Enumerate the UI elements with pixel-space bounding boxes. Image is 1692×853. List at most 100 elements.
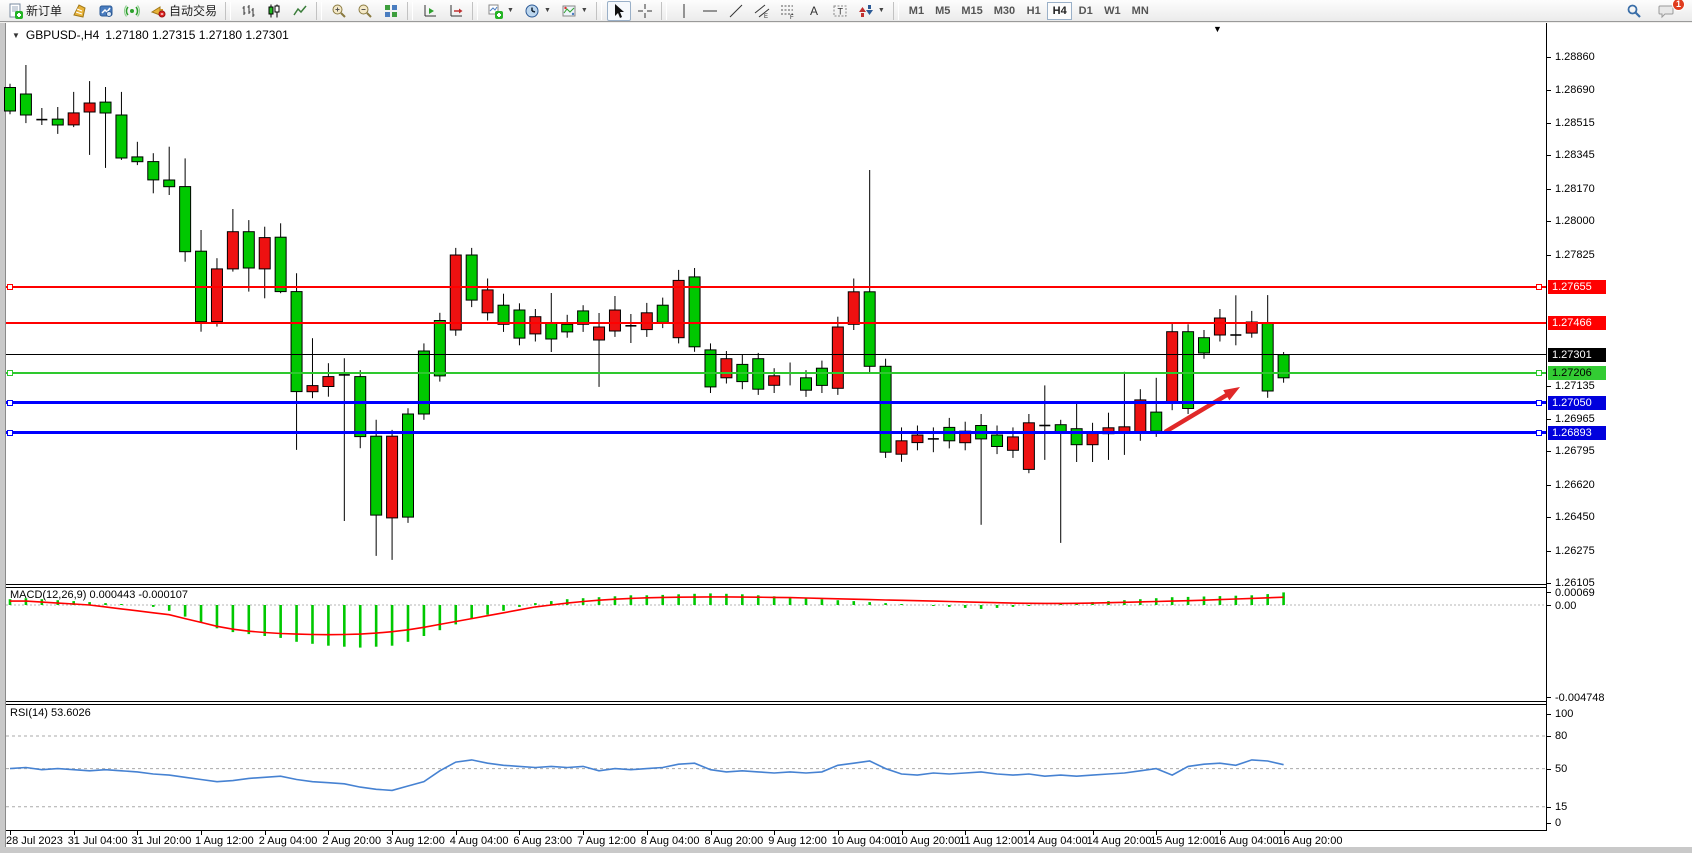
data-window-button[interactable] xyxy=(94,1,118,21)
time-label: 6 Aug 23:00 xyxy=(513,835,572,847)
timeframe-button-D1[interactable]: D1 xyxy=(1073,2,1098,20)
candlestick-mode-button[interactable] xyxy=(262,1,286,21)
support-line-1[interactable] xyxy=(6,401,1546,404)
pivot-line-green-right-handle[interactable] xyxy=(1536,370,1542,376)
support-line-1-left-handle[interactable] xyxy=(7,400,13,406)
periods-button[interactable]: ▼ xyxy=(520,1,555,21)
svg-text:T: T xyxy=(837,6,843,16)
pivot-line-green-left-handle[interactable] xyxy=(7,370,13,376)
timeframe-button-W1[interactable]: W1 xyxy=(1099,2,1126,20)
trendline-icon xyxy=(728,3,744,19)
support-line-2-left-handle[interactable] xyxy=(7,430,13,436)
text-label-icon: T xyxy=(832,3,848,19)
time-label: 7 Aug 12:00 xyxy=(577,835,636,847)
arrows-tool-button[interactable]: ▼ xyxy=(854,1,889,21)
svg-text:E: E xyxy=(764,14,768,19)
search-button[interactable] xyxy=(1622,1,1646,21)
price-tick-label: 1.28860 xyxy=(1555,51,1595,63)
auto-trading-button[interactable]: 自动交易 xyxy=(146,1,221,21)
text-label-tool-button[interactable]: T xyxy=(828,1,852,21)
templates-button[interactable]: ▼ xyxy=(557,1,592,21)
resistance-line-1[interactable] xyxy=(6,286,1546,288)
zoom-out-button[interactable] xyxy=(353,1,377,21)
zoom-in-button[interactable] xyxy=(327,1,351,21)
support-line-2[interactable] xyxy=(6,431,1546,434)
fibonacci-tool-button[interactable]: F xyxy=(776,1,800,21)
trendline-tool-button[interactable] xyxy=(724,1,748,21)
timeframe-button-M1[interactable]: M1 xyxy=(904,2,929,20)
rsi-tick-label: 0 xyxy=(1555,817,1561,829)
pane-separator[interactable] xyxy=(6,584,1546,585)
toolbar-separator xyxy=(225,2,231,20)
price-tick-label: 1.26275 xyxy=(1555,545,1595,557)
vertical-line-tool-button[interactable] xyxy=(672,1,696,21)
new-order-label: 新订单 xyxy=(26,2,62,19)
time-label: 8 Aug 20:00 xyxy=(705,835,764,847)
tile-windows-button[interactable] xyxy=(379,1,403,21)
support-line-2-right-handle[interactable] xyxy=(1536,430,1542,436)
cursor-tool-button[interactable] xyxy=(607,1,631,21)
time-label: 3 Aug 12:00 xyxy=(386,835,445,847)
time-label: 11 Aug 12:00 xyxy=(959,835,1023,847)
time-label: 15 Aug 12:00 xyxy=(1150,835,1215,847)
symbol-timeframe-label: GBPUSD-,H4 xyxy=(26,28,99,42)
vertical-line-icon xyxy=(676,3,692,19)
time-label: 14 Aug 20:00 xyxy=(1087,835,1152,847)
toolbar: 新订单 自动交易 xyxy=(0,0,1692,22)
current-price-line[interactable] xyxy=(6,354,1546,355)
bar-chart-icon xyxy=(240,3,256,19)
price-tick-mark xyxy=(1547,419,1551,420)
time-label: 8 Aug 04:00 xyxy=(641,835,700,847)
chart-shift-button[interactable] xyxy=(444,1,468,21)
timeframe-button-MN[interactable]: MN xyxy=(1127,2,1154,20)
timeframe-button-M30[interactable]: M30 xyxy=(989,2,1020,20)
timeframe-button-M5[interactable]: M5 xyxy=(930,2,955,20)
rsi-tick-label: 100 xyxy=(1555,708,1573,720)
price-tick-mark xyxy=(1547,90,1551,91)
timeframe-button-H1[interactable]: H1 xyxy=(1021,2,1046,20)
price-axis[interactable]: 1.288601.286901.285151.283451.281701.280… xyxy=(1547,23,1692,831)
timeframe-button-H4[interactable]: H4 xyxy=(1047,2,1072,20)
scroll-position-marker[interactable]: ▼ xyxy=(1213,24,1222,34)
price-tick-mark xyxy=(1547,221,1551,222)
toolbar-separator xyxy=(893,2,899,20)
price-tick-mark xyxy=(1547,189,1551,190)
new-order-button[interactable]: 新订单 xyxy=(3,1,66,21)
price-tag-1.27466: 1.27466 xyxy=(1548,316,1606,330)
chart-background xyxy=(6,23,1692,847)
crosshair-tool-button[interactable] xyxy=(633,1,657,21)
time-axis[interactable]: 28 Jul 202331 Jul 04:0031 Jul 20:001 Aug… xyxy=(6,831,1692,847)
pane-separator[interactable] xyxy=(6,701,1546,702)
chevron-down-icon[interactable]: ▼ xyxy=(12,31,20,40)
macd-tick-label: -0.004748 xyxy=(1555,692,1605,704)
resistance-line-2[interactable] xyxy=(6,322,1546,324)
auto-scroll-button[interactable] xyxy=(418,1,442,21)
indicators-button[interactable]: ▼ xyxy=(483,1,518,21)
chat-button[interactable]: 1 xyxy=(1654,1,1679,21)
channel-tool-button[interactable]: E xyxy=(750,1,774,21)
line-chart-mode-button[interactable] xyxy=(288,1,312,21)
time-label: 16 Aug 20:00 xyxy=(1278,835,1343,847)
price-tick-mark xyxy=(1547,485,1551,486)
clock-icon xyxy=(524,3,540,19)
bar-chart-mode-button[interactable] xyxy=(236,1,260,21)
line-chart-icon xyxy=(292,3,308,19)
crosshair-icon xyxy=(637,3,653,19)
price-tick-label: 1.28515 xyxy=(1555,117,1595,129)
text-tool-button[interactable]: A xyxy=(802,1,826,21)
horizontal-line-tool-button[interactable] xyxy=(698,1,722,21)
market-watch-button[interactable] xyxy=(68,1,92,21)
chevron-down-icon: ▼ xyxy=(507,7,514,14)
pivot-line-green[interactable] xyxy=(6,372,1546,374)
rsi-tick-label: 15 xyxy=(1555,801,1567,813)
resistance-line-1-right-handle[interactable] xyxy=(1536,284,1542,290)
resistance-line-1-left-handle[interactable] xyxy=(7,284,13,290)
price-tag-1.26893: 1.26893 xyxy=(1548,426,1606,440)
navigator-button[interactable] xyxy=(120,1,144,21)
price-tick-label: 1.27135 xyxy=(1555,380,1595,392)
fibonacci-icon: F xyxy=(780,3,796,19)
support-line-1-right-handle[interactable] xyxy=(1536,400,1542,406)
macd-tick-label: 0.00 xyxy=(1555,600,1576,612)
timeframe-button-M15[interactable]: M15 xyxy=(956,2,987,20)
timeframe-group: M1M5M15M30H1H4D1W1MN xyxy=(904,2,1154,20)
